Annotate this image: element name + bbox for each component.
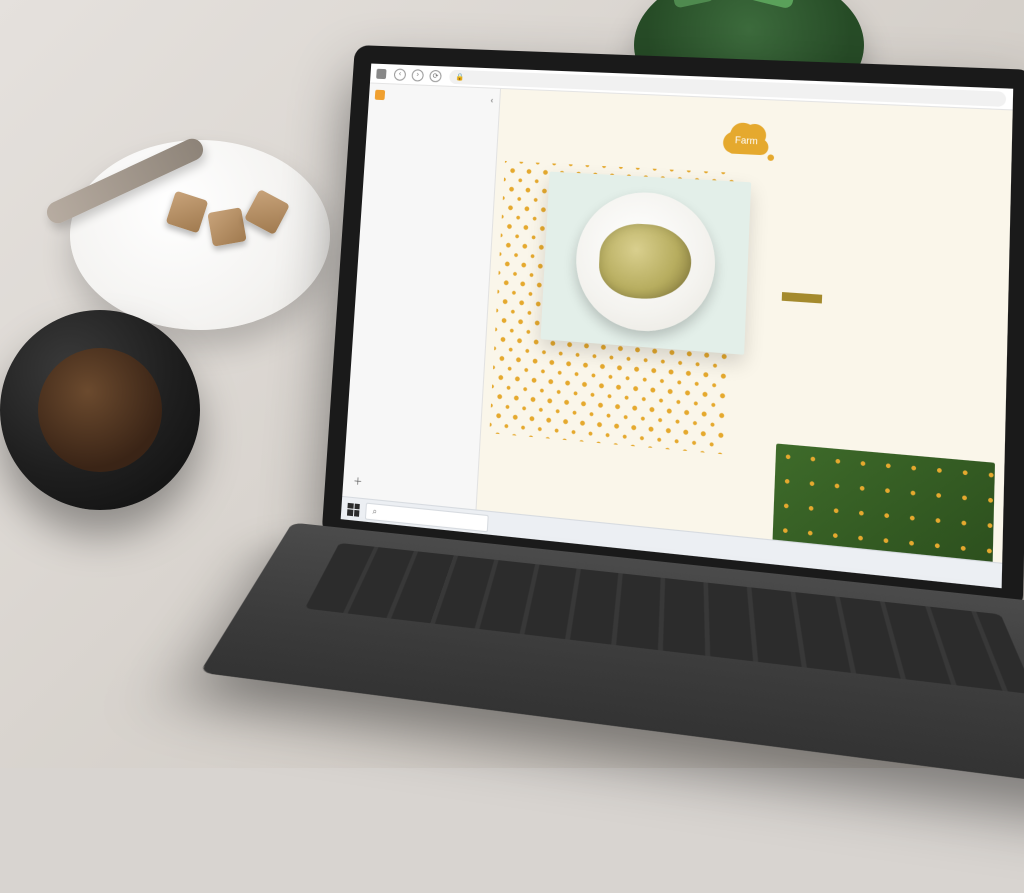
titlebar-left: ‹ › ⟳	[376, 67, 442, 82]
screen: ‹ › ⟳ 🔒 ‹	[341, 64, 1014, 589]
collapse-sidebar-icon[interactable]: ‹	[490, 95, 493, 104]
site-logo[interactable]: Farm	[716, 111, 777, 165]
view-recipe-button[interactable]	[782, 292, 822, 303]
prop-sugar-cube	[207, 207, 246, 246]
forward-button[interactable]: ›	[411, 69, 424, 82]
nav-buttons: ‹ › ⟳	[394, 68, 442, 82]
app-menu-icon[interactable]	[376, 68, 386, 78]
hero-salad	[598, 222, 693, 302]
site-nav: Farm	[498, 115, 1012, 169]
vertical-tabs-sidebar: ‹ ＋	[342, 83, 501, 509]
page-viewport[interactable]: Farm	[477, 89, 1013, 563]
refresh-button[interactable]: ⟳	[429, 69, 442, 82]
prop-plate	[70, 140, 330, 330]
back-button[interactable]: ‹	[394, 68, 407, 80]
laptop: ‹ › ⟳ 🔒 ‹	[305, 45, 1024, 884]
hero-plate	[573, 189, 718, 336]
search-icon: ⌕	[372, 506, 377, 517]
hero-dish-photo	[540, 172, 751, 355]
prop-coffee	[0, 310, 200, 510]
tab-list	[344, 101, 499, 480]
laptop-screen-frame: ‹ › ⟳ 🔒 ‹	[321, 45, 1024, 612]
site-body: Farm	[477, 89, 1013, 563]
lock-icon: 🔒	[455, 72, 464, 80]
plus-icon: ＋	[353, 474, 363, 489]
feature-recipe	[782, 283, 999, 318]
pinned-favicon	[375, 90, 385, 100]
svg-text:Farm: Farm	[735, 135, 758, 147]
start-button[interactable]	[347, 502, 360, 516]
